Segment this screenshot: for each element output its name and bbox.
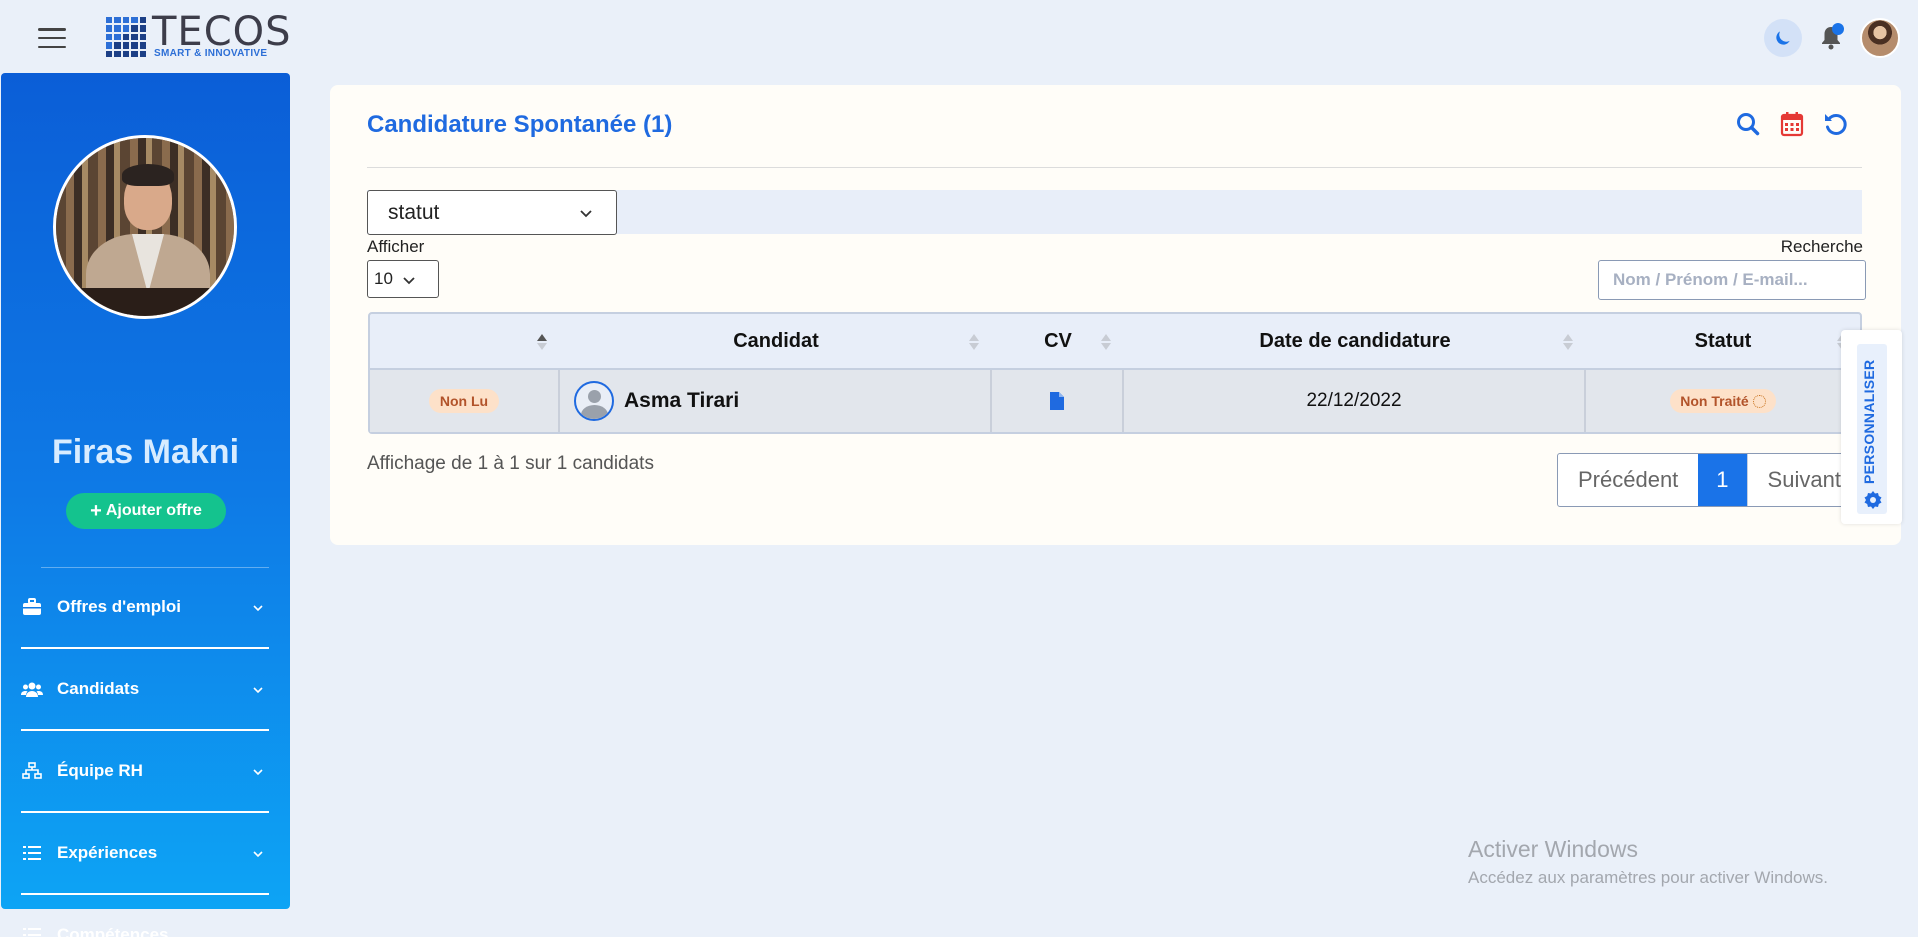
page-title: Candidature Spontanée (1) <box>367 111 673 138</box>
page-size-select[interactable]: 10 <box>367 260 439 298</box>
briefcase-icon <box>21 596 43 618</box>
candidate-name: Asma Tirari <box>624 389 740 412</box>
search-input[interactable] <box>1598 260 1866 300</box>
windows-activation-text: Accédez aux paramètres pour activer Wind… <box>1468 868 1828 887</box>
main-card: Candidature Spontanée (1) statut Affiche… <box>330 85 1901 545</box>
status-badge: Non Lu <box>428 389 500 413</box>
logo-grid-icon <box>106 17 146 57</box>
sidebar-item-label: Offres d'emploi <box>57 597 182 616</box>
sidebar-item-competences[interactable]: Compétences <box>21 895 269 937</box>
sidebar-item-offres[interactable]: Offres d'emploi <box>21 567 269 649</box>
candidate-cell[interactable]: Asma Tirari <box>560 370 992 432</box>
chevron-down-icon <box>253 605 263 612</box>
users-icon <box>21 678 43 700</box>
afficher-label: Afficher <box>367 237 425 256</box>
file-icon[interactable] <box>1049 391 1065 411</box>
sort-asc-icon <box>537 334 547 350</box>
column-header-statut[interactable]: Statut <box>1586 314 1860 368</box>
gear-icon <box>1864 491 1882 509</box>
profile-photo <box>53 135 237 319</box>
notification-dot <box>1832 23 1844 35</box>
table-row[interactable]: Non Lu Asma Tirari 22/12/2022 Non Traité <box>370 370 1860 432</box>
recherche-label: Recherche <box>1780 237 1863 256</box>
add-offer-label: Ajouter offre <box>105 502 202 519</box>
chevron-down-icon <box>253 687 263 694</box>
logo[interactable]: TECOS SMART & INNOVATIVE <box>106 9 292 59</box>
chevron-down-icon <box>253 851 263 858</box>
date-cell: 22/12/2022 <box>1124 370 1586 432</box>
avatar[interactable] <box>1860 18 1900 58</box>
profile-name: Firas Makni <box>51 433 240 471</box>
logo-sub-text: SMART & INNOVATIVE <box>154 48 268 59</box>
sort-icon <box>969 334 979 350</box>
sort-icon <box>1101 334 1111 350</box>
personaliser-label: PERSONNALISER <box>1861 359 1877 484</box>
page-size-value: 10 <box>374 269 393 288</box>
plus-icon: + <box>90 499 102 522</box>
sidebar: Firas Makni + Ajouter offre Offres d'emp… <box>1 73 290 937</box>
column-header-cv[interactable]: CV <box>992 314 1124 368</box>
cv-cell <box>992 370 1124 432</box>
windows-activation-title: Activer Windows <box>1468 836 1638 862</box>
pagination-page-1[interactable]: 1 <box>1698 454 1747 506</box>
table-header: Candidat CV Date de candidature Statut <box>370 314 1860 370</box>
list-icon <box>21 842 43 864</box>
chevron-down-icon <box>403 277 415 285</box>
bell-icon[interactable] <box>1816 19 1846 57</box>
list-icon <box>21 924 43 937</box>
chevron-down-icon <box>253 769 263 776</box>
statut-filter-select[interactable]: statut <box>367 190 617 235</box>
calendar-icon[interactable] <box>1777 109 1807 139</box>
logo-main-text: TECOS <box>152 9 292 55</box>
candidates-table: Candidat CV Date de candidature Statut N… <box>368 312 1862 434</box>
status-badge: Non Traité <box>1670 389 1776 413</box>
sidebar-menu: Offres d'emploi Candidats Équipe RH Expé… <box>21 567 269 937</box>
sidebar-item-equipe-rh[interactable]: Équipe RH <box>21 731 269 813</box>
sidebar-item-label: Compétences <box>57 925 169 937</box>
sidebar-item-label: Candidats <box>57 679 140 698</box>
spinner-icon <box>1752 394 1766 408</box>
table-info: Affichage de 1 à 1 sur 1 candidats <box>367 453 654 474</box>
pagination: Précédent 1 Suivant <box>1557 453 1872 507</box>
avatar <box>574 381 614 421</box>
add-offer-button[interactable]: + Ajouter offre <box>66 493 226 529</box>
sidebar-item-candidats[interactable]: Candidats <box>21 649 269 731</box>
title-divider <box>367 167 1862 168</box>
statut-cell: Non Traité <box>1586 370 1860 432</box>
refresh-icon[interactable] <box>1821 109 1851 139</box>
application-date: 22/12/2022 <box>1306 390 1402 411</box>
sidebar-item-experiences[interactable]: Expériences <box>21 813 269 895</box>
column-header-status-read[interactable] <box>370 314 560 368</box>
chevron-down-icon <box>580 210 592 218</box>
sidebar-item-label: Équipe RH <box>57 761 143 780</box>
column-header-candidat[interactable]: Candidat <box>560 314 992 368</box>
sidebar-item-label: Expériences <box>57 843 158 862</box>
statut-select-value: statut <box>388 200 440 224</box>
menu-icon[interactable] <box>38 28 66 48</box>
sitemap-icon <box>21 760 43 782</box>
search-icon[interactable] <box>1733 109 1763 139</box>
moon-icon[interactable] <box>1764 19 1802 57</box>
pagination-previous[interactable]: Précédent <box>1558 454 1698 506</box>
personaliser-panel-toggle[interactable]: PERSONNALISER <box>1841 330 1902 524</box>
top-bar: TECOS SMART & INNOVATIVE <box>0 0 1918 74</box>
sort-icon <box>1563 334 1573 350</box>
read-status-cell: Non Lu <box>370 370 560 432</box>
column-header-date[interactable]: Date de candidature <box>1124 314 1586 368</box>
